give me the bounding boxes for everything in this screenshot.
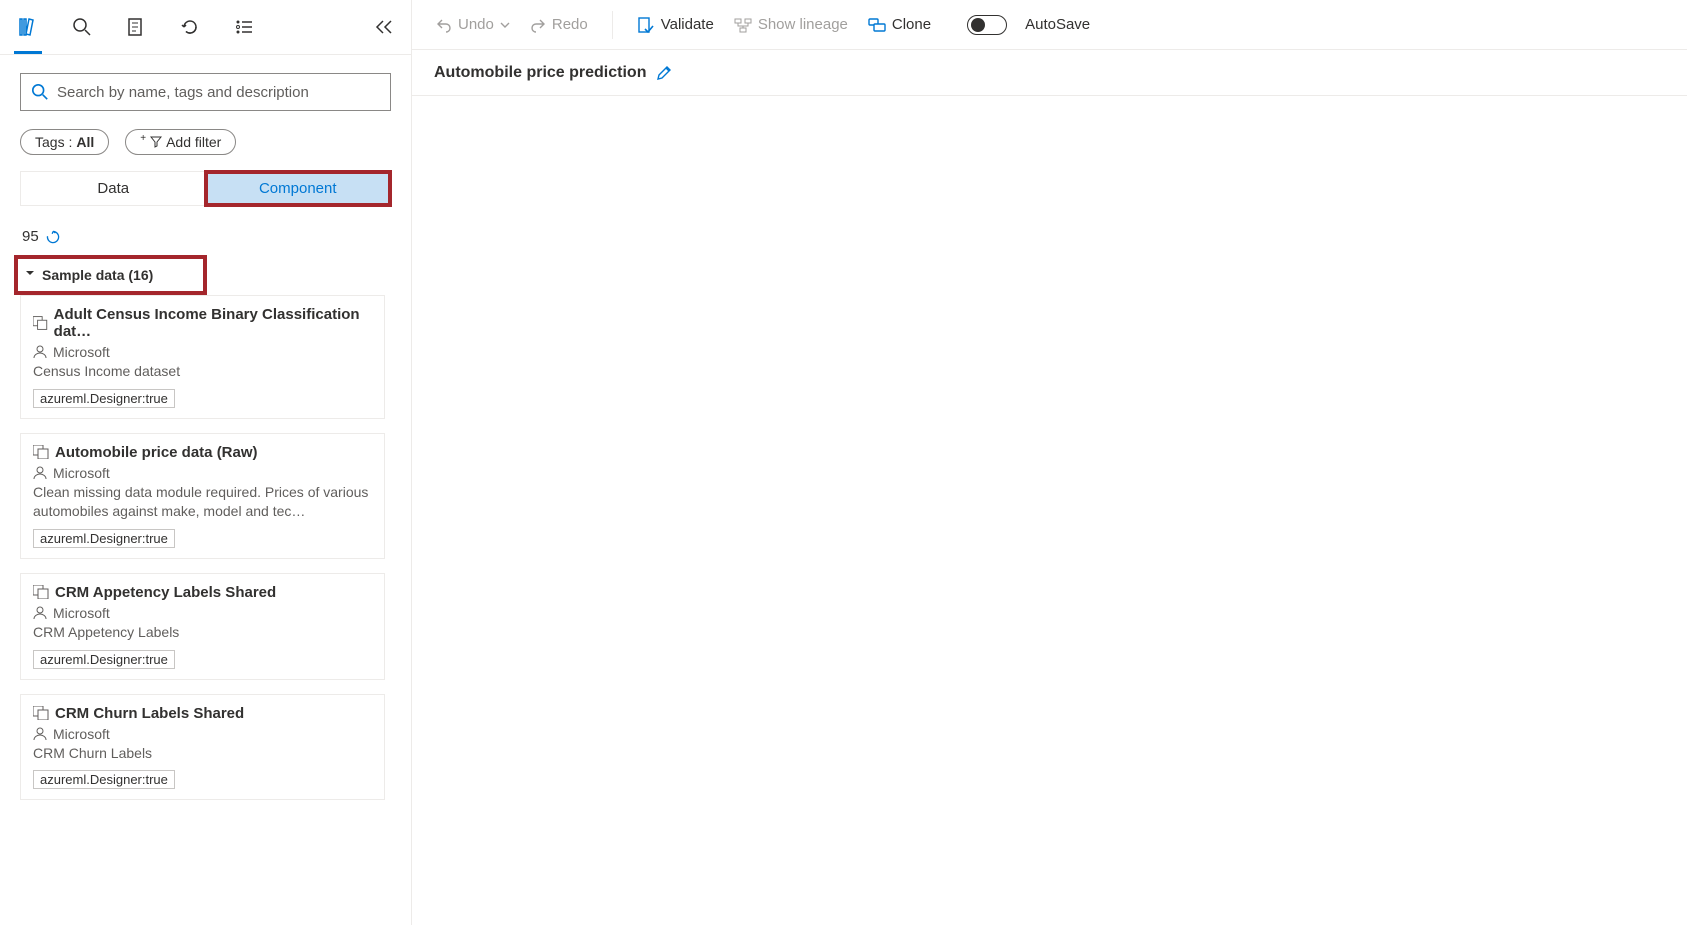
asset-card-desc: CRM Appetency Labels <box>33 623 372 642</box>
refresh-icon[interactable] <box>180 17 200 37</box>
search-input[interactable] <box>57 84 380 101</box>
add-filter-pill[interactable]: + Add filter <box>125 129 236 155</box>
tags-filter-pill[interactable]: Tags : All <box>20 129 109 155</box>
library-icon[interactable] <box>18 17 38 37</box>
asset-card[interactable]: CRM Appetency Labels Shared Microsoft CR… <box>20 573 385 680</box>
asset-card-author: Microsoft <box>53 344 110 360</box>
validate-button[interactable]: Validate <box>631 12 720 38</box>
asset-card-author: Microsoft <box>53 465 110 481</box>
canvas-area: Undo Redo Validate Show lineage Clone Au… <box>412 0 1687 925</box>
asset-card-tag: azureml.Designer:true <box>33 529 175 548</box>
redo-label: Redo <box>552 16 588 33</box>
asset-card-desc: Census Income dataset <box>33 362 372 381</box>
tags-filter-label: Tags : <box>35 134 72 150</box>
undo-button[interactable]: Undo <box>430 12 516 37</box>
clone-icon <box>868 16 886 34</box>
collapse-panel-icon[interactable] <box>373 17 393 37</box>
filter-row: Tags : All + Add filter <box>20 129 391 155</box>
toolbar-divider <box>612 11 613 39</box>
asset-card-desc: Clean missing data module required. Pric… <box>33 483 372 521</box>
asset-card-title: CRM Churn Labels Shared <box>55 705 244 722</box>
asset-card-tag: azureml.Designer:true <box>33 389 175 408</box>
autosave-label: AutoSave <box>1025 16 1090 33</box>
edit-title-icon[interactable] <box>656 65 672 81</box>
asset-card-author: Microsoft <box>53 605 110 621</box>
asset-card-tag: azureml.Designer:true <box>33 650 175 669</box>
autosave-toggle[interactable] <box>967 15 1007 35</box>
group-header-container: Sample data (16) <box>20 255 391 295</box>
chevron-down-icon <box>24 267 36 279</box>
undo-label: Undo <box>458 16 494 33</box>
redo-icon <box>530 17 546 33</box>
show-lineage-label: Show lineage <box>758 16 848 33</box>
asset-card-title: Adult Census Income Binary Classificatio… <box>54 306 372 340</box>
chevron-down-icon <box>500 20 510 30</box>
asset-search-box[interactable] <box>20 73 391 111</box>
asset-type-tabs: Data Component <box>20 171 391 206</box>
panel-icon-bar <box>0 0 411 55</box>
refresh-results-icon[interactable] <box>45 229 61 245</box>
pipeline-title: Automobile price prediction <box>434 64 646 82</box>
show-lineage-button[interactable]: Show lineage <box>728 12 854 38</box>
dataset-icon <box>33 706 49 720</box>
search-icon[interactable] <box>72 17 92 37</box>
result-count: 95 <box>22 228 39 245</box>
asset-card-list: Adult Census Income Binary Classificatio… <box>20 295 391 925</box>
asset-card-tag: azureml.Designer:true <box>33 770 175 789</box>
result-count-row: 95 <box>22 228 391 245</box>
person-icon <box>33 606 47 620</box>
pipeline-title-bar: Automobile price prediction <box>412 50 1687 96</box>
canvas-toolbar: Undo Redo Validate Show lineage Clone Au… <box>412 0 1687 50</box>
list-settings-icon[interactable] <box>234 17 254 37</box>
tab-component[interactable]: Component <box>206 172 391 205</box>
asset-card-desc: CRM Churn Labels <box>33 744 372 763</box>
dataset-icon <box>33 316 48 330</box>
asset-card-title: CRM Appetency Labels Shared <box>55 584 276 601</box>
asset-card[interactable]: CRM Churn Labels Shared Microsoft CRM Ch… <box>20 694 385 801</box>
clone-button[interactable]: Clone <box>862 12 937 38</box>
panel-body: Tags : All + Add filter Data Component 9… <box>0 55 411 925</box>
dataset-icon <box>33 585 49 599</box>
dataset-icon <box>33 445 49 459</box>
asset-card[interactable]: Adult Census Income Binary Classificatio… <box>20 295 385 419</box>
group-label: Sample data (16) <box>42 267 153 283</box>
clone-label: Clone <box>892 16 931 33</box>
person-icon <box>33 345 47 359</box>
asset-card-title: Automobile price data (Raw) <box>55 444 258 461</box>
tab-data[interactable]: Data <box>21 172 206 205</box>
lineage-icon <box>734 16 752 34</box>
asset-library-panel: Tags : All + Add filter Data Component 9… <box>0 0 412 925</box>
group-sample-data[interactable]: Sample data (16) <box>14 255 207 295</box>
person-icon <box>33 727 47 741</box>
redo-button[interactable]: Redo <box>524 12 594 37</box>
filter-funnel-icon <box>150 136 162 148</box>
search-input-icon <box>31 83 49 101</box>
person-icon <box>33 466 47 480</box>
pipeline-canvas[interactable] <box>412 96 1687 925</box>
form-icon[interactable] <box>126 17 146 37</box>
add-icon: + <box>140 133 146 144</box>
add-filter-label: Add filter <box>166 134 221 150</box>
undo-icon <box>436 17 452 33</box>
asset-card[interactable]: Automobile price data (Raw) Microsoft Cl… <box>20 433 385 559</box>
asset-card-author: Microsoft <box>53 726 110 742</box>
validate-label: Validate <box>661 16 714 33</box>
validate-icon <box>637 16 655 34</box>
tags-filter-value: All <box>76 134 94 150</box>
